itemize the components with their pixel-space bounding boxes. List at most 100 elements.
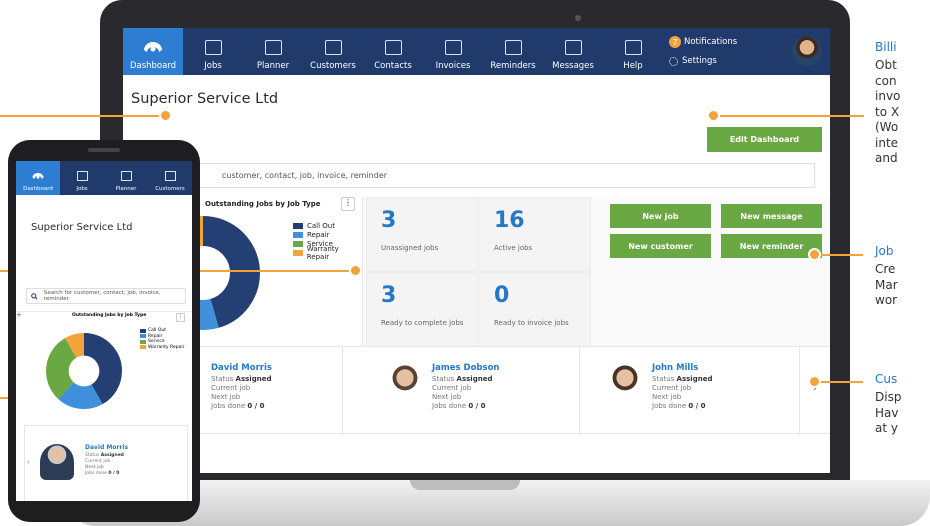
search-input[interactable]: customer, contact, job, invoice, reminde… [131, 163, 815, 188]
stat-label: Active jobs [494, 244, 533, 252]
phone-nav: Dashboard Jobs Planner Customers [16, 161, 192, 195]
dashboard-icon [32, 172, 44, 179]
plus-icon[interactable]: + [16, 311, 22, 319]
callout-customers-title: Cus [875, 372, 898, 386]
gear-icon [669, 56, 678, 66]
callout-dot [808, 248, 821, 261]
person-done: Jobs done 0 / 0 [432, 402, 486, 410]
avatar [40, 444, 74, 480]
notifications-link[interactable]: 7 Notifications [669, 36, 737, 48]
phone-nav-planner[interactable]: Planner [104, 161, 148, 195]
laptop-notch [410, 480, 520, 490]
nav-messages[interactable]: Messages [543, 28, 603, 75]
phone-person-card[interactable]: ‹ David Morris Status Assigned Current j… [24, 425, 188, 501]
nav-reminders[interactable]: Reminders [483, 28, 543, 75]
settings-link[interactable]: Settings [669, 56, 717, 66]
callout-line [815, 254, 863, 256]
callout-billing-text: Obt con invo to X (Wo inte and [875, 58, 901, 165]
person-status: Status Assigned [211, 375, 272, 383]
stat-ready-invoice[interactable]: 0 Ready to invoice jobs [479, 272, 591, 347]
phone-screen: Dashboard Jobs Planner Customers Superio… [16, 161, 192, 501]
nav-jobs[interactable]: Jobs [183, 28, 243, 75]
person-done: Jobs done 0 / 0 [652, 402, 706, 410]
callout-dot [808, 375, 821, 388]
stat-unassigned[interactable]: 3 Unassigned jobs [366, 197, 478, 272]
new-customer-button[interactable]: New customer [610, 234, 711, 258]
person-next: Next job [211, 393, 241, 401]
phone-search-input[interactable]: Search for customer, contact, job, invoi… [26, 288, 186, 304]
person-card[interactable]: John Mills Status Assigned Current job N… [580, 347, 800, 435]
nav-label: Messages [552, 61, 594, 71]
person-card[interactable]: James Dobson Status Assigned Current job… [360, 347, 580, 435]
notifications-label: Notifications [684, 37, 738, 47]
donut-chart [46, 333, 122, 409]
person-next: Next job [85, 465, 104, 470]
callout-dot [707, 109, 720, 122]
person-next: Next job [652, 393, 682, 401]
legend-item: Warranty Repair [293, 245, 362, 261]
callout-line [815, 381, 863, 383]
avatar[interactable] [792, 36, 822, 66]
nav-invoices[interactable]: Invoices [423, 28, 483, 75]
legend-label: Call Out [307, 221, 335, 230]
chart-menu-button[interactable]: ⋮ [176, 313, 185, 322]
nav-label: Jobs [76, 186, 88, 192]
nav-contacts[interactable]: Contacts [363, 28, 423, 75]
legend-label: Service [148, 339, 165, 345]
legend-item: Call Out [293, 221, 362, 230]
nav-label: Reminders [490, 61, 536, 71]
planner-icon [264, 40, 282, 55]
avatar [386, 365, 424, 411]
edit-dashboard-button[interactable]: Edit Dashboard [707, 127, 822, 152]
avatar [606, 365, 644, 411]
phone-nav-dashboard[interactable]: Dashboard [16, 161, 60, 195]
stat-value: 3 [381, 283, 397, 308]
phone-speaker [88, 148, 120, 152]
customers-icon [164, 171, 176, 181]
prev-arrow-icon[interactable]: ‹ [27, 459, 29, 466]
nav-label: Dashboard [129, 61, 177, 71]
nav-right: 7 Notifications Settings [663, 28, 830, 75]
page-title: Superior Service Ltd [131, 91, 279, 107]
person-current: Current job [85, 459, 111, 464]
callout-line [0, 115, 165, 117]
callout-dot [159, 109, 172, 122]
widgets-area: Outstanding Jobs by Job Type ⋮ Call Out … [123, 197, 830, 347]
nav-help[interactable]: Help [603, 28, 663, 75]
jobs-icon [76, 171, 88, 181]
chart-menu-button[interactable]: ⋮ [341, 197, 355, 211]
nav-dashboard[interactable]: Dashboard [123, 28, 183, 75]
person-current: Current job [432, 384, 472, 392]
new-message-button[interactable]: New message [721, 204, 822, 228]
new-reminder-button[interactable]: New reminder [721, 234, 822, 258]
person-name: John Mills [652, 363, 699, 373]
stat-ready-complete[interactable]: 3 Ready to complete jobs [366, 272, 478, 347]
callout-dot [349, 264, 362, 277]
phone-nav-jobs[interactable]: Jobs [60, 161, 104, 195]
legend-label: Call Out [148, 328, 166, 334]
nav-label: Contacts [374, 61, 412, 71]
notifications-badge: 7 [669, 36, 681, 48]
legend-swatch [293, 222, 303, 229]
legend-label: Warranty Repair [306, 244, 339, 261]
nav-label: Jobs [204, 61, 222, 71]
new-job-button[interactable]: New job [610, 204, 711, 228]
nav-label: Planner [115, 186, 137, 192]
phone-nav-customers[interactable]: Customers [148, 161, 192, 195]
legend-swatch [293, 240, 303, 247]
people-strip: David Morris Status Assigned Current job… [123, 346, 830, 435]
legend-swatch [293, 249, 303, 256]
nav-planner[interactable]: Planner [243, 28, 303, 75]
stat-label: Ready to complete jobs [381, 319, 464, 327]
phone-chart-card: + Outstanding Jobs by Job Type ⋮ Call Ou… [16, 311, 192, 423]
callout-billing-title: Billi [875, 40, 897, 54]
nav-customers[interactable]: Customers [303, 28, 363, 75]
camera [575, 15, 581, 21]
legend-item: Repair [293, 230, 362, 239]
stat-active[interactable]: 16 Active jobs [479, 197, 591, 272]
person-current: Current job [211, 384, 251, 392]
chart-title: Outstanding Jobs by Job Type [205, 200, 321, 208]
chart-legend: Call Out Repair Service Warranty Repair [293, 221, 362, 261]
person-status: Status Assigned [432, 375, 493, 383]
person-next: Next job [432, 393, 462, 401]
